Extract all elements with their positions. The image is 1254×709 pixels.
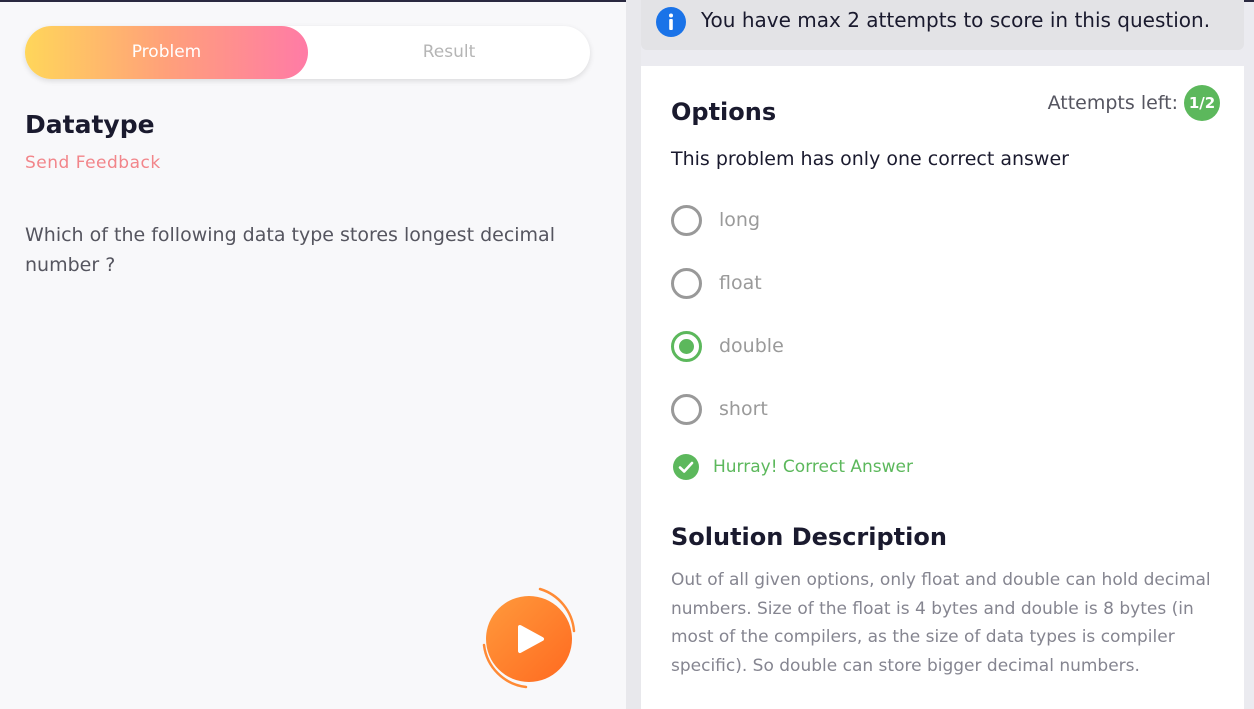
option-float[interactable]: float xyxy=(671,266,762,300)
play-icon xyxy=(482,587,576,689)
option-label: double xyxy=(719,335,784,357)
check-circle-icon xyxy=(673,454,699,480)
tab-result[interactable]: Result xyxy=(308,26,590,79)
attempts-left: Attempts left: 1/2 xyxy=(1047,85,1220,121)
option-short[interactable]: short xyxy=(671,392,768,426)
notice-text: You have max 2 attempts to score in this… xyxy=(701,8,1211,32)
option-long[interactable]: long xyxy=(671,203,760,237)
radio-button[interactable] xyxy=(671,393,702,425)
radio-button-selected[interactable] xyxy=(671,330,702,362)
send-feedback-link[interactable]: Send Feedback xyxy=(25,153,161,173)
problem-panel: Problem Result Datatype Send Feedback Wh… xyxy=(0,2,626,709)
options-title: Options xyxy=(671,98,777,126)
option-label: long xyxy=(719,209,761,231)
question-text: Which of the following data type stores … xyxy=(25,224,555,276)
attempts-notice: You have max 2 attempts to score in this… xyxy=(641,0,1244,50)
tab-problem[interactable]: Problem xyxy=(25,26,308,79)
option-label: short xyxy=(719,398,768,420)
option-double[interactable]: double xyxy=(671,329,784,363)
tab-bar: Problem Result xyxy=(25,26,590,79)
correct-answer-message: Hurray! Correct Answer xyxy=(673,454,913,480)
attempts-label: Attempts left: xyxy=(1047,92,1178,114)
options-card: Options Attempts left: 1/2 This problem … xyxy=(641,66,1244,709)
options-subtitle: This problem has only one correct answer xyxy=(671,148,1069,170)
play-button[interactable] xyxy=(478,585,580,693)
problem-title: Datatype xyxy=(25,110,155,139)
result-text: Hurray! Correct Answer xyxy=(713,457,913,477)
solution-text: Out of all given options, only float and… xyxy=(671,570,1211,676)
option-label: float xyxy=(719,272,762,294)
radio-button[interactable] xyxy=(671,204,702,236)
solution-title: Solution Description xyxy=(671,523,947,551)
attempts-badge: 1/2 xyxy=(1184,85,1220,121)
panel-divider xyxy=(626,0,641,709)
info-icon xyxy=(656,7,686,37)
radio-button[interactable] xyxy=(671,267,702,299)
